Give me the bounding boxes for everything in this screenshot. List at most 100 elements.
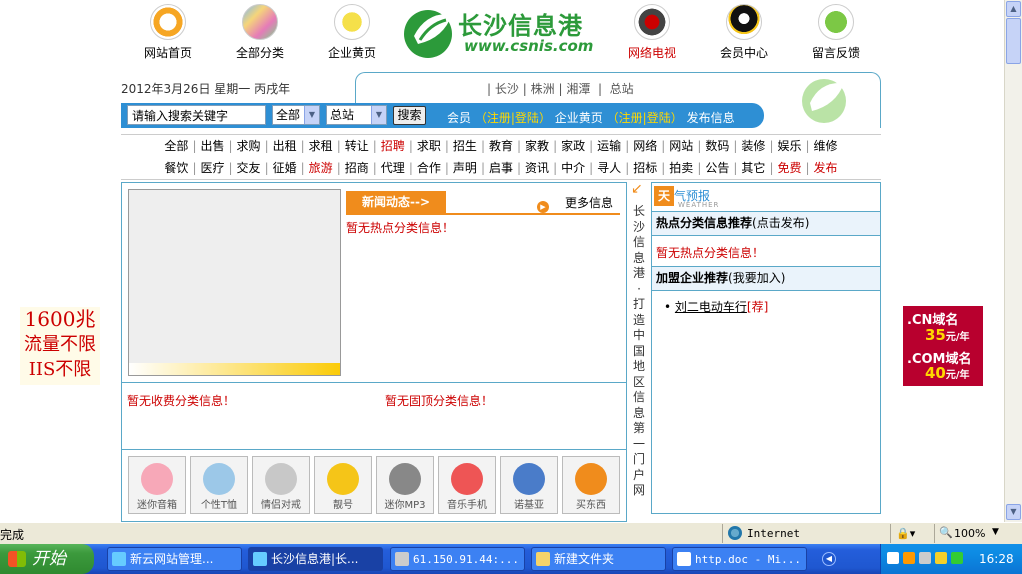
product-thumbnail[interactable]: 音乐手机 — [438, 456, 496, 514]
slideshow-image[interactable] — [128, 189, 341, 376]
city-zhuzhou[interactable]: 株洲 — [531, 82, 555, 96]
scroll-down-icon[interactable]: ▼ — [1006, 504, 1021, 520]
tray-icon[interactable] — [935, 552, 947, 564]
nav-feedback[interactable]: 留言反馈 — [796, 4, 876, 61]
category-link[interactable]: 装修 — [737, 135, 769, 157]
category-link[interactable]: 餐饮 — [160, 157, 192, 179]
category-link[interactable]: 中介 — [557, 157, 589, 179]
search-button[interactable]: 搜索 — [393, 106, 426, 125]
vertical-scrollbar[interactable]: ▲ ▼ — [1004, 0, 1022, 522]
site-select[interactable]: 总站 ▼ — [326, 105, 387, 125]
city-main[interactable]: 总站 — [610, 82, 634, 96]
taskbar-item-5[interactable]: http.doc - Mi... — [672, 547, 807, 571]
category-link[interactable]: 出售 — [196, 135, 228, 157]
category-link[interactable]: 合作 — [413, 157, 445, 179]
category-link[interactable]: 求购 — [233, 135, 265, 157]
ie-icon — [112, 552, 126, 566]
category-link[interactable]: 运输 — [593, 135, 625, 157]
scrollbar-thumb[interactable] — [1006, 18, 1021, 64]
nav-all-categories[interactable]: 全部分类 — [220, 4, 300, 61]
category-link[interactable]: 网站 — [665, 135, 697, 157]
category-link[interactable]: 公告 — [701, 157, 733, 179]
category-link[interactable]: 发布 — [810, 157, 842, 179]
category-link[interactable]: 医疗 — [196, 157, 228, 179]
clock[interactable]: 16:28 — [979, 552, 1014, 566]
category-link[interactable]: 资讯 — [521, 157, 553, 179]
product-thumbnail[interactable]: 个性T恤 — [190, 456, 248, 514]
nav-home[interactable]: 网站首页 — [128, 4, 208, 61]
weather-forecast[interactable]: 天气预报 WEATHER — [654, 186, 724, 209]
product-thumbnail[interactable]: 买东西 — [562, 456, 620, 514]
left-ad-banner[interactable]: 1600兆 流量不限 IIS不限 — [20, 307, 100, 385]
city-changsha[interactable]: 长沙 — [495, 82, 519, 96]
category-link[interactable]: 家政 — [557, 135, 589, 157]
protected-mode-icon[interactable]: 🔒▾ — [896, 527, 915, 540]
taskbar-item-5-label: http.doc - Mi... — [695, 553, 801, 566]
vertical-slogan: 长沙信息港 · 打造中国地区信息第一门户网 — [632, 204, 645, 497]
category-link[interactable]: 交友 — [233, 157, 265, 179]
product-thumbnail[interactable]: 迷你MP3 — [376, 456, 434, 514]
tray-icon[interactable] — [919, 552, 931, 564]
start-button[interactable]: 开始 — [0, 544, 94, 574]
tray-icon[interactable] — [887, 552, 899, 564]
category-link[interactable]: 招标 — [629, 157, 661, 179]
join-item-link[interactable]: 刘二电动车行 — [675, 300, 747, 314]
category-link[interactable]: 拍卖 — [665, 157, 697, 179]
category-link[interactable]: 数码 — [701, 135, 733, 157]
scope-select[interactable]: 全部 ▼ — [272, 105, 320, 125]
category-link[interactable]: 家教 — [521, 135, 553, 157]
taskbar-item-1[interactable]: 新云网站管理... — [107, 547, 242, 571]
category-link[interactable]: 全部 — [160, 135, 192, 157]
site-logo[interactable]: 长沙信息港 www.csnis.com — [400, 4, 600, 62]
taskbar-item-2[interactable]: 长沙信息港|长... — [248, 547, 383, 571]
category-link[interactable]: 征婚 — [269, 157, 301, 179]
category-link[interactable]: 转让 — [341, 135, 373, 157]
right-ad-banner[interactable]: .CN域名 35元/年 .COM域名 40元/年 — [903, 306, 983, 386]
nav-yellow-pages[interactable]: 企业黄页 — [312, 4, 392, 61]
category-link[interactable]: 招聘 — [377, 135, 409, 157]
date-text: 2012年3月26日 星期一 丙戌年 — [121, 82, 291, 96]
taskbar-item-4-label: 新建文件夹 — [554, 552, 615, 566]
category-link[interactable]: 寻人 — [593, 157, 625, 179]
category-link[interactable]: 求职 — [413, 135, 445, 157]
scroll-up-icon[interactable]: ▲ — [1006, 1, 1021, 17]
tray-icon[interactable] — [903, 552, 915, 564]
product-thumbnail[interactable]: 诺基亚 — [500, 456, 558, 514]
zoom-level[interactable]: 100% — [954, 527, 985, 540]
tray-icon[interactable] — [951, 552, 963, 564]
tray-arrow-icon[interactable]: ◀ — [822, 552, 836, 566]
category-link[interactable]: 代理 — [377, 157, 409, 179]
product-thumbnail[interactable]: 情侣对戒 — [252, 456, 310, 514]
category-link[interactable]: 求租 — [305, 135, 337, 157]
login-link[interactable]: 登陆 — [515, 111, 539, 125]
nav-web-tv[interactable]: 网络电视 — [612, 4, 692, 61]
category-link[interactable]: 维修 — [810, 135, 842, 157]
category-link[interactable]: 声明 — [449, 157, 481, 179]
nav-member-center[interactable]: 会员中心 — [704, 4, 784, 61]
category-link[interactable]: 招商 — [341, 157, 373, 179]
product-thumbnail[interactable]: 迷你音箱 — [128, 456, 186, 514]
company-login-link[interactable]: 登陆 — [647, 111, 671, 125]
publish-link[interactable]: 发布信息 — [687, 111, 735, 125]
category-link[interactable]: 出租 — [269, 135, 301, 157]
hot-recommend-note[interactable]: (点击发布) — [752, 216, 809, 230]
register-link[interactable]: 注册 — [487, 111, 511, 125]
category-link[interactable]: 旅游 — [305, 157, 337, 179]
category-link[interactable]: 教育 — [485, 135, 517, 157]
category-link[interactable]: 娱乐 — [773, 135, 805, 157]
join-recommend-note[interactable]: (我要加入) — [728, 271, 785, 285]
product-thumbnail[interactable]: 靓号 — [314, 456, 372, 514]
news-tab[interactable]: 新闻动态--> — [346, 191, 446, 213]
company-register-link[interactable]: 注册 — [619, 111, 643, 125]
taskbar-item-4[interactable]: 新建文件夹 — [531, 547, 666, 571]
more-info-link[interactable]: ▶ 更多信息 — [537, 194, 613, 213]
taskbar-item-3[interactable]: 61.150.91.44:... — [390, 547, 525, 571]
search-input[interactable] — [127, 105, 266, 125]
city-xiangtan[interactable]: 湘潭 — [566, 82, 590, 96]
category-link[interactable]: 免费 — [773, 157, 805, 179]
category-link[interactable]: 启事 — [485, 157, 517, 179]
chevron-down-icon[interactable]: ▼ — [992, 527, 999, 537]
category-link[interactable]: 网络 — [629, 135, 661, 157]
category-link[interactable]: 招生 — [449, 135, 481, 157]
category-link[interactable]: 其它 — [737, 157, 769, 179]
